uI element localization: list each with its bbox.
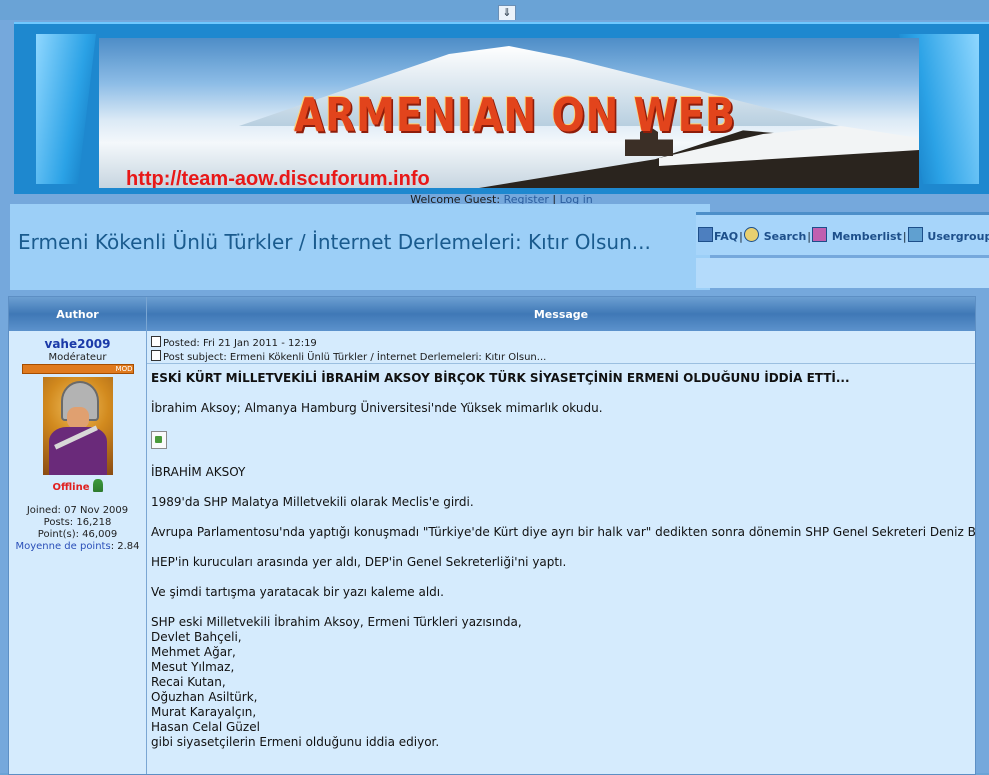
avatar	[42, 377, 113, 475]
posted-date: Posted: Fri 21 Jan 2011 - 12:19	[163, 338, 317, 349]
rank-badge: MOD	[21, 364, 134, 374]
author-username[interactable]: vahe2009	[9, 337, 146, 351]
faq-icon[interactable]	[698, 227, 713, 242]
message-panel: Posted: Fri 21 Jan 2011 - 12:19 Post sub…	[147, 331, 975, 774]
post-subject: Post subject: Ermeni Kökenli Ünlü Türkle…	[163, 352, 547, 363]
points: Point(s): 46,009	[37, 529, 118, 540]
post-table: Author Message vahe2009 Modérateur MOD O…	[8, 296, 976, 775]
author-rank: Modérateur	[48, 352, 107, 363]
author-panel: vahe2009 Modérateur MOD Offline Joined: …	[9, 331, 146, 553]
nav-item-memberlist[interactable]: Memberlist	[832, 230, 902, 243]
post-paragraph: İBRAHİM AKSOY	[151, 465, 246, 479]
post-paragraph: 1989'da SHP Malatya Milletvekili olarak …	[151, 495, 474, 509]
user-status-icon	[92, 479, 103, 492]
author-column-header: Author	[56, 308, 99, 321]
message-column-header: Message	[533, 308, 589, 321]
nav-bottom-panel	[696, 258, 989, 288]
post-count: Posts: 16,218	[43, 517, 112, 528]
average-points: Moyenne de points: 2.84	[9, 541, 146, 553]
top-nav: FAQ| Search| Memberlist| Usergroups	[696, 212, 989, 255]
politician-name: Mehmet Ağar,	[151, 645, 236, 659]
nav-item-search[interactable]: Search	[764, 230, 807, 243]
post-icon	[151, 336, 161, 347]
online-status: Offline	[9, 479, 146, 493]
joined-date: Joined: 07 Nov 2009	[26, 505, 129, 516]
site-logo: ARMENIAN ON WEB	[294, 88, 736, 142]
post-paragraph: İbrahim Aksoy; Almanya Hamburg Üniversit…	[151, 401, 603, 415]
nav-separator: |	[902, 230, 907, 243]
post-paragraph: Avrupa Parlamentosu'nda yaptığı konuşmad…	[151, 525, 975, 539]
post-body: ESKİ KÜRT MİLLETVEKİLİ İBRAHİM AKSOY BİR…	[151, 371, 975, 750]
nav-separator: |	[807, 230, 811, 243]
page-title[interactable]: Ermeni Kökenli Ünlü Türkler / İnternet D…	[18, 230, 698, 254]
nav-item-usergroups[interactable]: Usergroups	[927, 230, 989, 243]
banner-left-decoration	[36, 34, 96, 184]
title-bar: Ermeni Kökenli Ünlü Türkler / İnternet D…	[10, 204, 710, 290]
politician-name: Devlet Bahçeli,	[151, 630, 242, 644]
search-icon[interactable]	[743, 227, 759, 242]
avatar-face	[66, 407, 89, 429]
banner-image[interactable]: ARMENIAN ON WEB http://team-aow.discufor…	[99, 38, 919, 188]
average-points-label[interactable]: Moyenne de points	[15, 541, 110, 552]
status-text: Offline	[52, 482, 90, 493]
post-divider	[147, 363, 975, 364]
politician-name: Mesut Yılmaz,	[151, 660, 235, 674]
post-meta: Posted: Fri 21 Jan 2011 - 12:19 Post sub…	[151, 336, 546, 364]
table-header: Author Message	[9, 297, 975, 331]
nav-separator: |	[739, 230, 743, 243]
politician-name: Recai Kutan,	[151, 675, 226, 689]
politician-name: Oğuzhan Asiltürk,	[151, 690, 258, 704]
post-paragraph: SHP eski Milletvekili İbrahim Aksoy, Erm…	[151, 615, 522, 629]
broken-image-icon	[151, 431, 167, 449]
politician-name: Murat Karayalçın,	[151, 705, 257, 719]
usergroups-icon[interactable]	[907, 227, 923, 242]
nav-item-faq[interactable]: FAQ	[714, 230, 738, 243]
header-banner: ARMENIAN ON WEB http://team-aow.discufor…	[14, 22, 989, 194]
politician-name: Hasan Celal Güzel	[151, 720, 260, 734]
post-headline: ESKİ KÜRT MİLLETVEKİLİ İBRAHİM AKSOY BİR…	[151, 371, 850, 385]
post-paragraph: HEP'in kurucuları arasında yer aldı, DEP…	[151, 555, 567, 569]
scroll-down-arrow-icon[interactable]: ⇓	[498, 5, 516, 21]
post-closing: gibi siyasetçilerin Ermeni olduğunu iddi…	[151, 735, 440, 749]
page: ARMENIAN ON WEB http://team-aow.discufor…	[0, 20, 989, 775]
banner-url: http://team-aow.discuforum.info	[126, 168, 430, 188]
average-points-value: : 2.84	[110, 541, 140, 552]
post-icon	[151, 350, 161, 361]
author-stats: Joined: 07 Nov 2009 Posts: 16,218 Point(…	[9, 505, 146, 553]
post-paragraph: Ve şimdi tartışma yaratacak bir yazı kal…	[151, 585, 444, 599]
memberlist-icon[interactable]	[812, 227, 827, 242]
